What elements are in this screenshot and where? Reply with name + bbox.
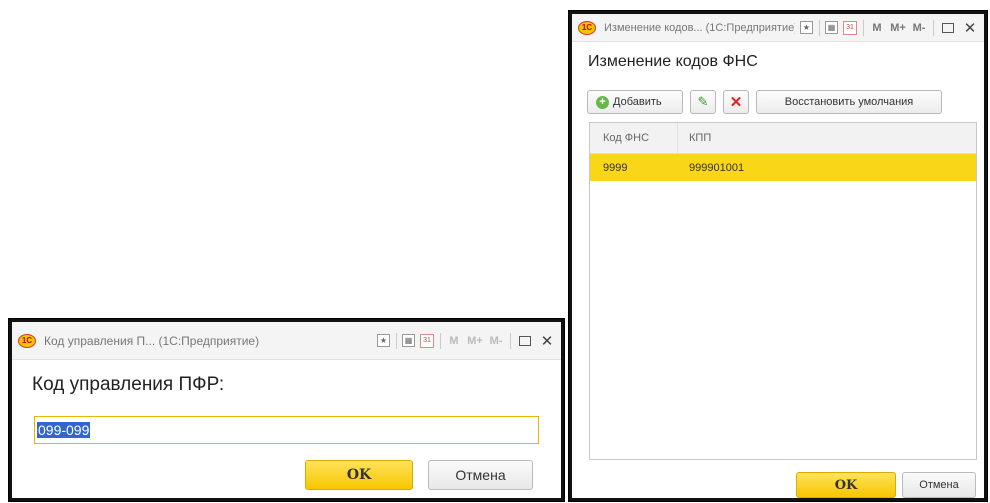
titlebar-divider bbox=[396, 332, 397, 349]
column-header-fns-code[interactable]: Код ФНС bbox=[590, 123, 678, 153]
pfr-code-window: 1С Код управления П... (1С:Предприятие) … bbox=[9, 319, 564, 501]
maximize-icon[interactable] bbox=[942, 22, 954, 33]
add-button-label: Добавить bbox=[613, 96, 662, 108]
fns-titlebar: 1С Изменение кодов... (1С:Предприятие) ★… bbox=[572, 14, 984, 42]
calculator-icon[interactable]: ▦ bbox=[825, 21, 838, 34]
plus-icon: + bbox=[596, 95, 609, 109]
memory-m-plus-button[interactable]: M+ bbox=[467, 333, 483, 349]
titlebar-divider bbox=[440, 332, 441, 349]
memory-m-minus-button[interactable]: M- bbox=[911, 20, 927, 36]
calendar-icon[interactable]: 31 bbox=[420, 333, 434, 348]
memory-m-minus-button[interactable]: M- bbox=[488, 333, 504, 349]
calculator-icon[interactable]: ▦ bbox=[402, 334, 415, 347]
table-row[interactable]: 9999 999901001 bbox=[590, 154, 976, 181]
cell-kpp: 999901001 bbox=[689, 161, 745, 174]
restore-defaults-button[interactable]: Восстановить умолчания bbox=[756, 90, 942, 114]
close-icon[interactable]: ✕ bbox=[539, 333, 555, 350]
table-header: Код ФНС КПП bbox=[590, 123, 976, 154]
fns-codes-window: 1С Изменение кодов... (1С:Предприятие) ★… bbox=[569, 11, 987, 501]
pencil-icon: ✎ bbox=[697, 94, 709, 109]
edit-button[interactable]: ✎ bbox=[690, 90, 716, 114]
pfr-code-value: 099-099 bbox=[37, 422, 91, 438]
memory-m-button[interactable]: M bbox=[869, 20, 885, 36]
favorite-icon[interactable]: ★ bbox=[377, 334, 390, 347]
maximize-icon[interactable] bbox=[519, 335, 531, 346]
pfr-titlebar: 1С Код управления П... (1С:Предприятие) … bbox=[12, 322, 561, 360]
fns-window-title: Изменение кодов... (1С:Предприятие) bbox=[604, 21, 795, 34]
pfr-cancel-button[interactable]: Отмена bbox=[428, 460, 533, 490]
1c-logo-icon: 1С bbox=[578, 20, 596, 35]
cell-fns-code: 9999 bbox=[603, 161, 628, 174]
memory-m-plus-button[interactable]: M+ bbox=[890, 20, 906, 36]
close-icon[interactable]: ✕ bbox=[962, 20, 978, 37]
titlebar-divider bbox=[510, 332, 511, 349]
favorite-icon[interactable]: ★ bbox=[800, 21, 813, 34]
titlebar-divider bbox=[819, 19, 820, 36]
1c-logo-icon: 1С bbox=[18, 333, 36, 348]
pfr-form-heading: Код управления ПФР: bbox=[32, 374, 225, 395]
memory-m-button[interactable]: M bbox=[446, 333, 462, 349]
fns-toolbar: + Добавить ✎ ✕ Восстановить умолчания bbox=[587, 90, 949, 114]
column-header-kpp[interactable]: КПП bbox=[678, 132, 976, 144]
fns-form-heading: Изменение кодов ФНС bbox=[588, 53, 758, 70]
titlebar-divider bbox=[863, 19, 864, 36]
fns-ok-button[interactable]: OK bbox=[796, 472, 896, 498]
fns-cancel-button[interactable]: Отмена bbox=[902, 472, 976, 498]
add-button[interactable]: + Добавить bbox=[587, 90, 683, 114]
delete-x-icon: ✕ bbox=[729, 94, 743, 111]
restore-defaults-label: Восстановить умолчания bbox=[784, 96, 914, 108]
pfr-ok-button[interactable]: OK bbox=[305, 460, 413, 490]
pfr-code-input[interactable]: 099-099 bbox=[34, 416, 539, 444]
delete-button[interactable]: ✕ bbox=[723, 90, 749, 114]
calendar-icon[interactable]: 31 bbox=[843, 20, 857, 35]
fns-codes-table[interactable]: Код ФНС КПП 9999 999901001 bbox=[589, 122, 977, 460]
pfr-window-title: Код управления П... (1С:Предприятие) bbox=[44, 333, 260, 348]
titlebar-divider bbox=[933, 19, 934, 36]
